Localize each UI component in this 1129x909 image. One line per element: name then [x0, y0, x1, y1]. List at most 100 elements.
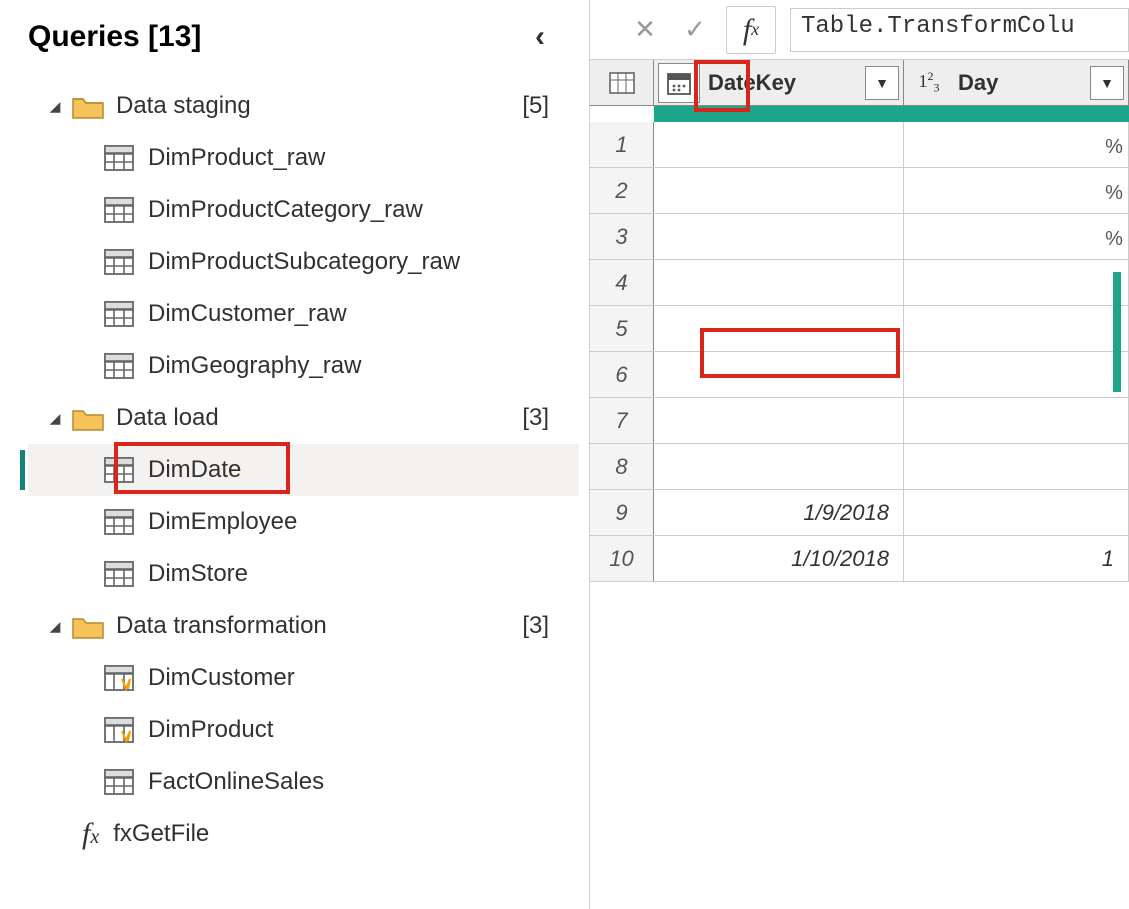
table-row[interactable]: 8: [590, 444, 1129, 490]
confirm-button[interactable]: ✓: [670, 6, 720, 54]
cell-datekey[interactable]: [654, 444, 904, 489]
cell-day[interactable]: [904, 306, 1129, 351]
table-row[interactable]: 5: [590, 306, 1129, 352]
query-item[interactable]: DimProductSubcategory_raw: [28, 236, 579, 288]
cell-day[interactable]: [904, 168, 1129, 213]
folder-data-staging[interactable]: ◢ Data staging [5]: [28, 80, 579, 132]
row-number: 10: [590, 536, 654, 581]
cell-day[interactable]: [904, 122, 1129, 167]
row-number: 5: [590, 306, 654, 351]
formula-input[interactable]: Table.TransformColu: [790, 8, 1129, 52]
column-headers: DateKey ▼ 123 Day ▼: [590, 60, 1129, 106]
cell-day[interactable]: [904, 490, 1129, 535]
table-row[interactable]: 6: [590, 352, 1129, 398]
formula-bar: ✕ ✓ fx Table.TransformColu: [590, 0, 1129, 60]
query-label: DimProductSubcategory_raw: [148, 248, 460, 276]
cell-datekey[interactable]: 1/10/2018: [654, 536, 904, 581]
table-fx-icon: [104, 665, 134, 691]
preview-panel: ✕ ✓ fx Table.TransformColu DateKey ▼ 123…: [590, 0, 1129, 909]
cell-day[interactable]: [904, 398, 1129, 443]
function-item[interactable]: fx fxGetFile: [28, 808, 579, 860]
folder-label: Data load: [116, 404, 522, 432]
cell-datekey[interactable]: [654, 306, 904, 351]
query-item[interactable]: DimProductCategory_raw: [28, 184, 579, 236]
cell-datekey[interactable]: [654, 168, 904, 213]
column-header-day[interactable]: 123 Day ▼: [904, 60, 1129, 105]
query-label: DimProduct: [148, 716, 273, 744]
cell-datekey[interactable]: [654, 122, 904, 167]
folder-label: Data transformation: [116, 612, 522, 640]
table-row[interactable]: 91/9/2018: [590, 490, 1129, 536]
table-row[interactable]: 1: [590, 122, 1129, 168]
side-indicators: % % %: [1099, 124, 1129, 392]
query-label: DimCustomer: [148, 664, 295, 692]
function-label: fxGetFile: [113, 820, 209, 848]
folder-count: [5]: [522, 92, 579, 120]
queries-title: Queries [13]: [28, 20, 201, 54]
folder-icon: [72, 613, 104, 639]
row-number: 1: [590, 122, 654, 167]
cell-day[interactable]: [904, 444, 1129, 489]
cell-datekey[interactable]: 1/9/2018: [654, 490, 904, 535]
query-item[interactable]: DimStore: [28, 548, 579, 600]
folder-icon: [72, 405, 104, 431]
table-body: 1234567891/9/2018101/10/20181: [590, 122, 1129, 582]
cell-day[interactable]: [904, 260, 1129, 305]
cell-datekey[interactable]: [654, 260, 904, 305]
queries-tree: ◢ Data staging [5] DimProduct_raw DimPro…: [28, 80, 579, 860]
table-row[interactable]: 4: [590, 260, 1129, 306]
cell-datekey[interactable]: [654, 214, 904, 259]
fx-button[interactable]: fx: [726, 6, 776, 54]
query-item[interactable]: DimGeography_raw: [28, 340, 579, 392]
query-item-dimdate[interactable]: DimDate: [28, 444, 579, 496]
query-label: DimCustomer_raw: [148, 300, 347, 328]
filter-dropdown-button[interactable]: ▼: [865, 66, 899, 100]
query-label: DimDate: [148, 456, 241, 484]
query-item[interactable]: DimProduct: [28, 704, 579, 756]
column-name: Day: [954, 70, 1090, 96]
folder-icon: [72, 93, 104, 119]
table-row[interactable]: 101/10/20181: [590, 536, 1129, 582]
column-name: DateKey: [704, 70, 865, 96]
collapse-chevron-icon[interactable]: ‹: [535, 20, 545, 54]
row-number: 4: [590, 260, 654, 305]
type-icon-button[interactable]: [658, 63, 700, 103]
query-item[interactable]: FactOnlineSales: [28, 756, 579, 808]
cancel-button[interactable]: ✕: [620, 6, 670, 54]
filter-dropdown-button[interactable]: ▼: [1090, 66, 1124, 100]
table-row[interactable]: 7: [590, 398, 1129, 444]
folder-data-load[interactable]: ◢ Data load [3]: [28, 392, 579, 444]
table-icon: [104, 249, 134, 275]
folder-count: [3]: [522, 404, 579, 432]
folder-label: Data staging: [116, 92, 522, 120]
query-item[interactable]: DimProduct_raw: [28, 132, 579, 184]
query-label: DimProductCategory_raw: [148, 196, 423, 224]
column-header-datekey[interactable]: DateKey ▼: [654, 60, 904, 105]
table-icon: [104, 457, 134, 483]
row-number: 3: [590, 214, 654, 259]
pct-label: %: [1099, 170, 1129, 216]
table-icon: [104, 509, 134, 535]
query-item[interactable]: DimEmployee: [28, 496, 579, 548]
table-row[interactable]: 2: [590, 168, 1129, 214]
table-corner[interactable]: [590, 60, 654, 105]
cell-day[interactable]: 1: [904, 536, 1129, 581]
table-icon: [104, 353, 134, 379]
table-icon: [104, 197, 134, 223]
queries-panel: Queries [13] ‹ ◢ Data staging [5] DimPro…: [0, 0, 590, 909]
type-icon: 123: [908, 63, 950, 103]
cell-datekey[interactable]: [654, 398, 904, 443]
row-number: 6: [590, 352, 654, 397]
table-icon: [104, 301, 134, 327]
query-item[interactable]: DimCustomer: [28, 652, 579, 704]
query-item[interactable]: DimCustomer_raw: [28, 288, 579, 340]
table-icon: [104, 561, 134, 587]
query-label: DimProduct_raw: [148, 144, 325, 172]
folder-data-transformation[interactable]: ◢ Data transformation [3]: [28, 600, 579, 652]
cell-day[interactable]: [904, 214, 1129, 259]
cell-datekey[interactable]: [654, 352, 904, 397]
query-label: DimStore: [148, 560, 248, 588]
table-row[interactable]: 3: [590, 214, 1129, 260]
cell-day[interactable]: [904, 352, 1129, 397]
table-icon: [104, 145, 134, 171]
